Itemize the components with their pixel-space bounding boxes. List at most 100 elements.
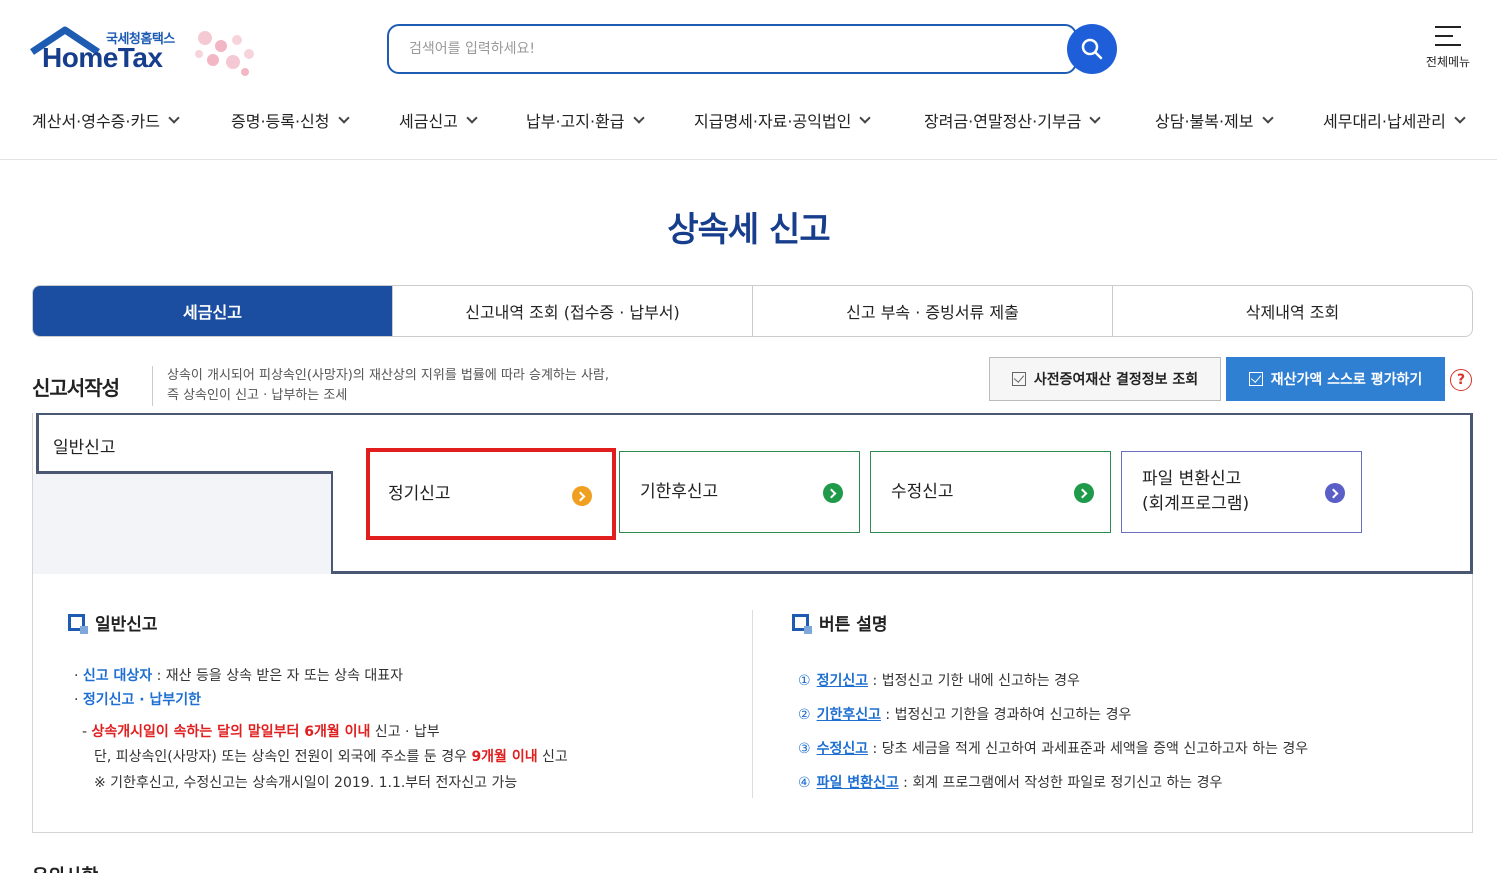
gnb-label: 장려금·연말정산·기부금 bbox=[924, 112, 1082, 131]
chevron-down-icon bbox=[1089, 111, 1102, 124]
foreign-red: 9개월 이내 bbox=[471, 749, 538, 765]
all-menu-button[interactable]: 전체메뉴 bbox=[1420, 24, 1476, 76]
gnb-item-incentive[interactable]: 장려금·연말정산·기부금 bbox=[924, 108, 1102, 132]
search-button[interactable] bbox=[1067, 24, 1117, 74]
search-box bbox=[387, 24, 1077, 74]
section-title: 신고서작성 bbox=[32, 376, 120, 400]
tab-deleted-history[interactable]: 삭제내역 조회 bbox=[1112, 286, 1472, 336]
gnb-label: 납부·고지·환급 bbox=[526, 112, 625, 131]
filing-tab-general[interactable]: 일반신고 bbox=[36, 413, 333, 474]
filing-tab-label: 일반신고 bbox=[53, 438, 116, 458]
square-bullet-icon bbox=[68, 614, 88, 634]
amended-filing-button[interactable]: 수정신고 bbox=[870, 451, 1111, 533]
section-desc-line1: 상속이 개시되어 피상속인(사망자)의 재산상의 지위를 법률에 따라 승계하는… bbox=[167, 368, 610, 383]
deadline-red: 상속개시일이 속하는 달의 말일부터 6개월 이내 bbox=[91, 724, 371, 740]
gnb-label: 지급명세·자료·공익법인 bbox=[694, 112, 852, 131]
checkbox-edit-icon bbox=[1248, 372, 1263, 386]
deadline-label: 정기신고 · 납부기한 bbox=[82, 692, 202, 708]
self-valuation-label: 재산가액 스스로 평가하기 bbox=[1270, 372, 1423, 388]
tab-attachment-submit[interactable]: 신고 부속 · 증빙서류 제출 bbox=[752, 286, 1112, 336]
section-description: 상속이 개시되어 피상속인(사망자)의 재산상의 지위를 법률에 따라 승계하는… bbox=[152, 366, 609, 406]
file-conversion-line1: 파일 변환신고 bbox=[1142, 469, 1242, 489]
notice-heading: 유의사항 bbox=[32, 862, 98, 873]
cherry-blossom-icon bbox=[195, 31, 254, 76]
arrow-right-icon bbox=[1074, 483, 1094, 503]
file-conversion-filing-button[interactable]: 파일 변환신고 (회계프로그램) bbox=[1121, 451, 1362, 533]
page-title: 상속세 신고 bbox=[667, 210, 830, 250]
filing-tab-shadow bbox=[33, 474, 333, 574]
desc-label: 기한후신고 bbox=[816, 707, 881, 723]
target-line: · 신고 대상자 : 재산 등을 상속 받은 자 또는 상속 대표자 bbox=[74, 668, 404, 684]
gnb-item-payment[interactable]: 납부·고지·환급 bbox=[526, 108, 645, 132]
gnb-item-consult[interactable]: 상담·불복·제보 bbox=[1155, 108, 1274, 132]
help-icon[interactable]: ? bbox=[1450, 369, 1472, 391]
foreign-after: 신고 bbox=[537, 749, 568, 765]
global-nav: 계산서·영수증·카드 증명·등록·신청 세금신고 납부·고지·환급 지급명세·자… bbox=[0, 100, 1497, 160]
chevron-down-icon bbox=[632, 111, 645, 124]
chevron-down-icon bbox=[859, 111, 872, 124]
hamburger-icon bbox=[1435, 26, 1461, 46]
gnb-item-tax-filing[interactable]: 세금신고 bbox=[399, 108, 478, 132]
regular-filing-button[interactable]: 정기신고 bbox=[366, 448, 616, 540]
late-filing-label: 기한후신고 bbox=[640, 481, 719, 502]
chevron-down-icon bbox=[1454, 111, 1466, 124]
search-input[interactable] bbox=[409, 38, 1029, 60]
desc-label: 수정신고 bbox=[816, 741, 869, 757]
deadline-after: 신고 · 납부 bbox=[370, 724, 440, 740]
file-conversion-filing-label: 파일 변환신고 (회계프로그램) bbox=[1142, 452, 1249, 532]
desc-num: ③ bbox=[798, 741, 811, 757]
amended-filing-label: 수정신고 bbox=[891, 481, 954, 502]
deadline-detail: - 상속개시일이 속하는 달의 말일부터 6개월 이내 신고 · 납부 bbox=[82, 724, 440, 740]
tab-tax-filing[interactable]: 세금신고 bbox=[33, 286, 392, 336]
desc-num: ② bbox=[798, 707, 811, 723]
chevron-down-icon bbox=[168, 111, 180, 124]
gnb-item-agent[interactable]: 세무대리·납세관리 bbox=[1323, 108, 1466, 132]
gnb-item-statement[interactable]: 지급명세·자료·공익법인 bbox=[694, 108, 872, 132]
foreign-detail: 단, 피상속인(사망자) 또는 상속인 전원이 외국에 주소를 둔 경우 9개월… bbox=[74, 744, 568, 770]
foreign-before: 단, 피상속인(사망자) 또는 상속인 전원이 외국에 주소를 둔 경우 bbox=[94, 749, 472, 765]
tab-bar: 세금신고 신고내역 조회 (접수증 · 납부서) 신고 부속 · 증빙서류 제출… bbox=[32, 285, 1473, 337]
all-menu-label: 전체메뉴 bbox=[1425, 55, 1471, 69]
gnb-label: 상담·불복·제보 bbox=[1155, 112, 1254, 131]
general-filing-heading-text: 일반신고 bbox=[95, 615, 158, 635]
late-filing-button[interactable]: 기한후신고 bbox=[619, 451, 860, 533]
general-filing-heading: 일반신고 bbox=[68, 610, 158, 635]
regular-filing-label: 정기신고 bbox=[388, 483, 451, 504]
gnb-label: 계산서·영수증·카드 bbox=[32, 112, 160, 131]
chevron-down-icon bbox=[337, 111, 350, 124]
section-desc-line2: 즉 상속인이 신고 · 납부하는 조세 bbox=[167, 388, 348, 403]
gnb-item-invoice[interactable]: 계산서·영수증·카드 bbox=[32, 108, 180, 132]
prior-gift-lookup-label: 사전증여재산 결정정보 조회 bbox=[1033, 372, 1199, 388]
hometax-logo[interactable]: 국세청홈택스 HomeTax bbox=[30, 24, 270, 84]
target-label: 신고 대상자 bbox=[82, 668, 153, 684]
desc-label: 파일 변환신고 bbox=[816, 775, 899, 791]
file-conversion-line2: (회계프로그램) bbox=[1142, 494, 1250, 514]
gnb-label: 세금신고 bbox=[399, 112, 458, 131]
button-description-heading-text: 버튼 설명 bbox=[819, 615, 888, 635]
gnb-label: 세무대리·납세관리 bbox=[1323, 112, 1446, 131]
filing-note: ※ 기한후신고, 수정신고는 상속개시일이 2019. 1.1.부터 전자신고 … bbox=[94, 775, 518, 791]
self-valuation-button[interactable]: 재산가액 스스로 평가하기 bbox=[1226, 357, 1445, 401]
desc-text: : 회계 프로그램에서 작성한 파일로 정기신고 하는 경우 bbox=[898, 775, 1223, 791]
tab-filing-history[interactable]: 신고내역 조회 (접수증 · 납부서) bbox=[392, 286, 752, 336]
arrow-right-icon bbox=[823, 483, 843, 503]
chevron-down-icon bbox=[466, 111, 478, 124]
desc-num: ① bbox=[798, 673, 811, 689]
target-text: : 재산 등을 상속 받은 자 또는 상속 대표자 bbox=[152, 668, 404, 684]
column-divider bbox=[752, 610, 753, 798]
desc-item: ① 정기신고 : 법정신고 기한 내에 신고하는 경우 bbox=[798, 664, 1308, 698]
desc-text: : 법정신고 기한 내에 신고하는 경우 bbox=[868, 673, 1080, 689]
arrow-right-icon bbox=[572, 486, 592, 506]
prior-gift-lookup-button[interactable]: 사전증여재산 결정정보 조회 bbox=[989, 357, 1221, 401]
desc-text: : 당초 세금을 적게 신고하여 과세표준과 세액을 증액 신고하고자 하는 경… bbox=[868, 741, 1309, 757]
deadline-line: · 정기신고 · 납부기한 bbox=[74, 692, 202, 708]
gnb-label: 증명·등록·신청 bbox=[231, 112, 330, 131]
chevron-down-icon bbox=[1261, 111, 1274, 124]
desc-item: ③ 수정신고 : 당초 세금을 적게 신고하여 과세표준과 세액을 증액 신고하고… bbox=[798, 732, 1308, 766]
square-bullet-icon bbox=[792, 614, 812, 634]
logo-title: HomeTax bbox=[42, 42, 163, 73]
desc-label: 정기신고 bbox=[816, 673, 869, 689]
desc-num: ④ bbox=[798, 775, 811, 791]
gnb-item-certificate[interactable]: 증명·등록·신청 bbox=[231, 108, 350, 132]
arrow-right-icon bbox=[1325, 483, 1345, 503]
